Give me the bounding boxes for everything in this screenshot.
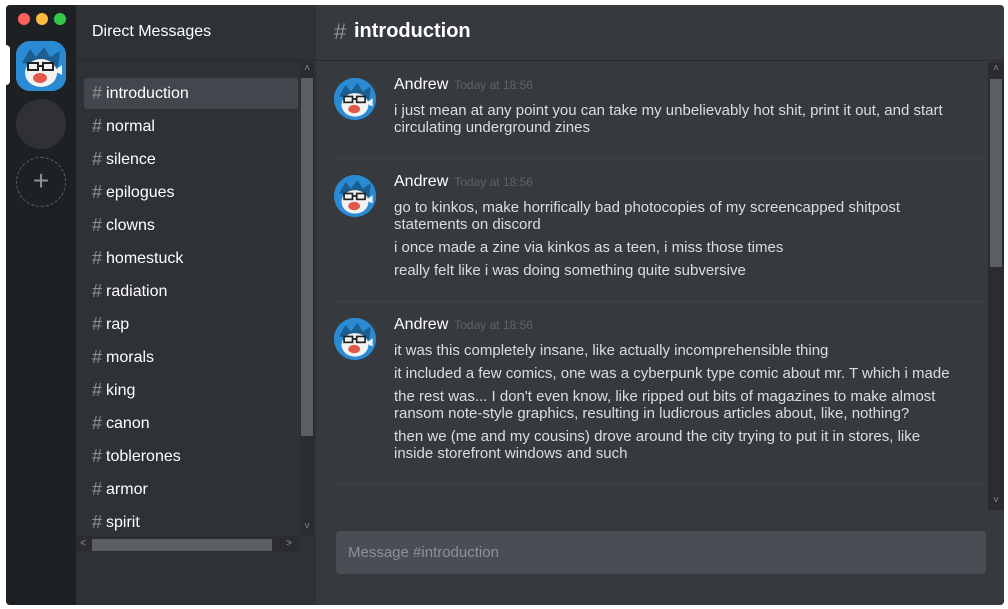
minimize-window-button[interactable] — [36, 13, 48, 25]
channel-hash-icon: # — [92, 116, 103, 136]
message-text: the rest was... I don't even know, like … — [394, 388, 936, 422]
channel-hash-icon: # — [92, 413, 103, 433]
server-icon[interactable] — [16, 99, 66, 149]
server-list: + — [6, 5, 76, 605]
channel-item[interactable]: # spirit — [84, 507, 298, 536]
channel-hash-icon: # — [92, 215, 103, 235]
message-header: Andrew Today at 18:56 — [394, 173, 986, 199]
message-text: then we (me and my cousins) drove around… — [394, 428, 921, 462]
channel-label: toblerones — [106, 447, 181, 465]
channel-item[interactable]: # toblerones — [84, 441, 298, 472]
message-text: i just mean at any point you can take my… — [394, 102, 943, 136]
channel-label: clowns — [106, 216, 155, 234]
channel-label: introduction — [106, 84, 189, 102]
message-list-scrollbar[interactable]: ˄ ˅ — [988, 62, 1004, 510]
scroll-right-arrow-icon[interactable]: ˃ — [282, 539, 296, 549]
channel-hash-icon: # — [92, 248, 103, 268]
channel-label: epilogues — [106, 183, 175, 201]
user-avatar-home[interactable] — [16, 41, 66, 91]
channel-item[interactable]: # homestuck — [84, 243, 298, 274]
author-avatar[interactable] — [334, 318, 376, 360]
message-text: go to kinkos, make horrifically bad phot… — [394, 199, 901, 233]
channel-sidebar: Direct Messages # introduction # normal # sil… — [76, 5, 316, 605]
channel-label: armor — [106, 480, 148, 498]
channel-label: radiation — [106, 282, 168, 300]
chat-panel: # introduction Andrew Today at 18:56 i jus… — [316, 5, 1004, 605]
channel-item[interactable]: # armor — [84, 474, 298, 505]
author-name[interactable]: Andrew — [394, 173, 448, 191]
channel-label: homestuck — [106, 249, 184, 267]
channel-label: spirit — [106, 513, 140, 531]
message-text: really felt like i was doing something q… — [394, 262, 746, 279]
author-avatar[interactable] — [334, 175, 376, 217]
channel-item[interactable]: # radiation — [84, 276, 298, 307]
scroll-down-arrow-icon[interactable]: ˅ — [300, 522, 314, 532]
message-text: i once made a zine via kinkos as a teen,… — [394, 239, 784, 256]
message-timestamp: Today at 18:56 — [454, 78, 533, 92]
message-group: Andrew Today at 18:56 it was this complete… — [334, 302, 986, 485]
message-text: it included a few comics, one was a cybe… — [394, 365, 950, 382]
channel-item[interactable]: # clowns — [84, 210, 298, 241]
scrollbar-thumb[interactable] — [301, 78, 313, 436]
message-header: Andrew Today at 18:56 — [394, 316, 986, 342]
channel-title: introduction — [354, 20, 471, 42]
channel-label: canon — [106, 414, 150, 432]
channel-hash-icon: # — [92, 512, 103, 532]
channel-hash-icon: # — [92, 314, 103, 334]
author-name[interactable]: Andrew — [394, 76, 448, 94]
channel-list-scrollbar[interactable]: ˄ ˅ — [300, 62, 314, 536]
app-window: + Direct Messages # introduction # normal # s… — [6, 5, 1004, 605]
message-header: Andrew Today at 18:56 — [394, 76, 986, 102]
message-group: Andrew Today at 18:56 i just mean at any p… — [334, 62, 986, 159]
channel-label: morals — [106, 348, 155, 366]
sidebar-header[interactable]: Direct Messages — [76, 5, 316, 61]
selected-indicator — [6, 45, 10, 85]
message-input[interactable] — [336, 531, 986, 574]
channel-label: normal — [106, 117, 155, 135]
channel-hash-icon: # — [92, 380, 103, 400]
channel-hash-icon: # — [92, 149, 103, 169]
scroll-up-arrow-icon[interactable]: ˄ — [300, 64, 314, 74]
channel-list: # introduction # normal # silence # epilogues # c… — [84, 78, 298, 536]
message-text: it was this completely insane, like actu… — [394, 342, 829, 359]
avatar-icon — [16, 41, 66, 91]
maximize-window-button[interactable] — [54, 13, 66, 25]
message-list: Andrew Today at 18:56 i just mean at any p… — [334, 62, 986, 507]
channel-item[interactable]: # rap — [84, 309, 298, 340]
channel-hash-icon: # — [92, 83, 103, 103]
channel-hash-icon: # — [92, 281, 103, 301]
channel-hash-icon: # — [92, 446, 103, 466]
scroll-up-arrow-icon[interactable]: ˄ — [989, 64, 1003, 74]
message-timestamp: Today at 18:56 — [454, 175, 533, 189]
channel-item[interactable]: # king — [84, 375, 298, 406]
author-name[interactable]: Andrew — [394, 316, 448, 334]
channel-hash-icon: # — [92, 347, 103, 367]
add-server-icon[interactable]: + — [16, 157, 66, 207]
scrollbar-thumb[interactable] — [990, 79, 1002, 267]
scroll-left-arrow-icon[interactable]: ˂ — [76, 539, 90, 549]
sidebar-title: Direct Messages — [92, 23, 212, 40]
message-group: Andrew Today at 18:56 go to kinkos, make h… — [334, 159, 986, 302]
horizontal-scrollbar-thumb[interactable] — [92, 539, 272, 551]
channel-label: king — [106, 381, 136, 399]
chat-header: # introduction — [316, 5, 1004, 61]
channel-item[interactable]: # epilogues — [84, 177, 298, 208]
message-timestamp: Today at 18:56 — [454, 318, 533, 332]
channel-hash-icon: # — [92, 479, 103, 499]
close-window-button[interactable] — [18, 13, 30, 25]
channel-item[interactable]: # normal — [84, 111, 298, 142]
author-avatar[interactable] — [334, 78, 376, 120]
channel-item[interactable]: # introduction — [84, 78, 298, 109]
channel-item[interactable]: # silence — [84, 144, 298, 175]
channel-hash-icon: # — [92, 182, 103, 202]
channel-label: silence — [106, 150, 156, 168]
channel-list-horizontal-scrollbar[interactable]: ˂ ˃ — [76, 536, 300, 552]
channel-hash-icon: # — [334, 19, 347, 44]
channel-label: rap — [106, 315, 130, 333]
channel-item[interactable]: # canon — [84, 408, 298, 439]
channel-item[interactable]: # morals — [84, 342, 298, 373]
scroll-down-arrow-icon[interactable]: ˅ — [989, 496, 1003, 506]
